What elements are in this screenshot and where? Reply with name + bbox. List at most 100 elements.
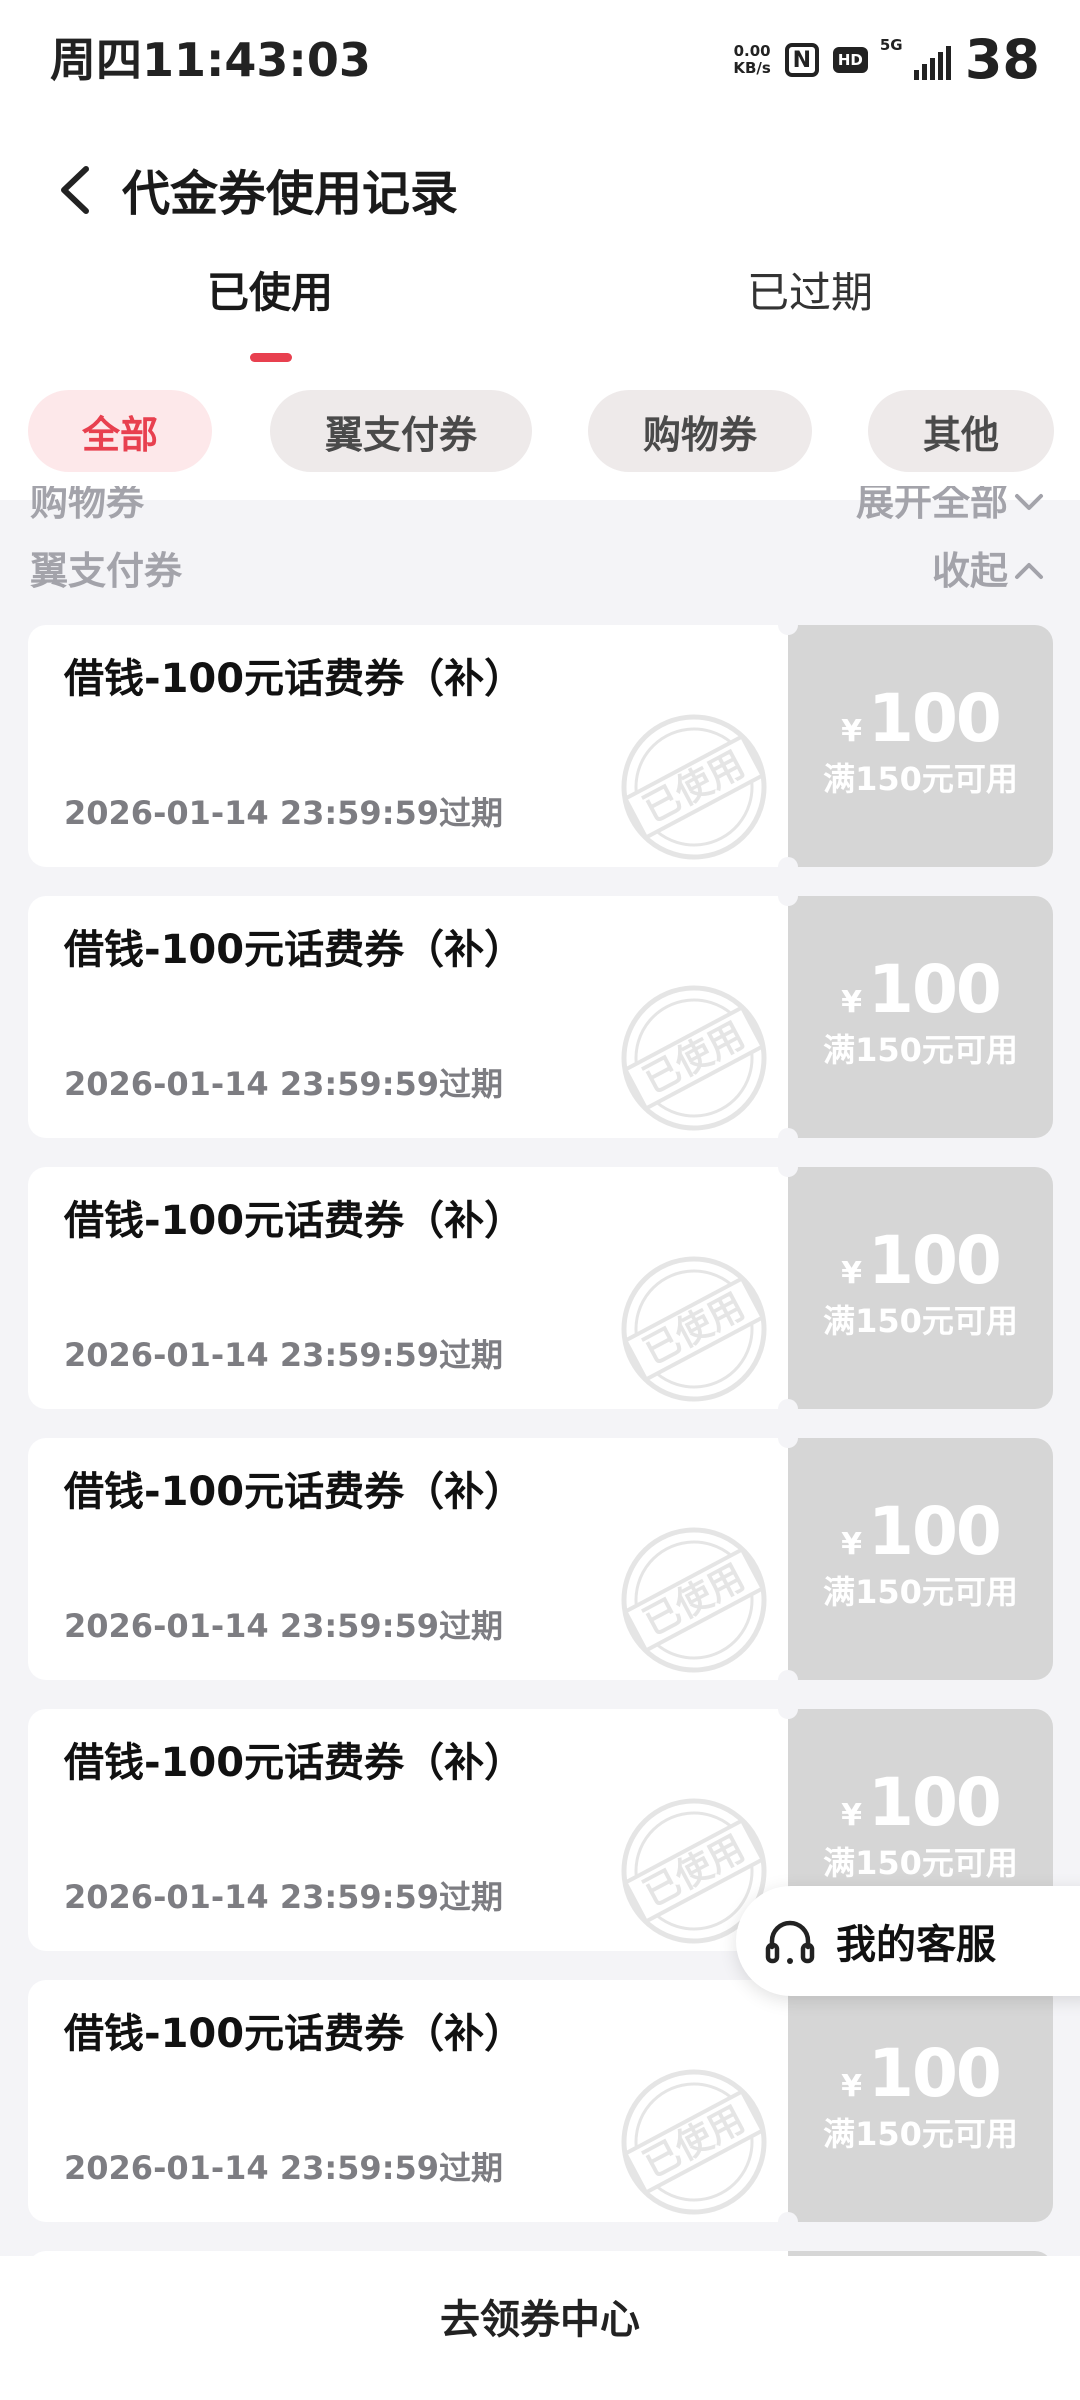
customer-service-button[interactable]: 我的客服 (736, 1886, 1080, 1996)
card-notch (778, 615, 798, 635)
card-notch (778, 1670, 798, 1690)
go-coupon-center-button[interactable]: 去领券中心 (0, 2256, 1080, 2376)
card-notch (778, 1428, 798, 1448)
coupon-amount: ¥ 100 (788, 2038, 1053, 2110)
amount-value: 100 (868, 2035, 1002, 2112)
stamp-text: 已使用 (637, 2099, 752, 2186)
collapse-button[interactable]: 收起 (932, 543, 1046, 599)
nfc-icon: N (784, 43, 819, 77)
amount-value: 100 (868, 1222, 1002, 1299)
voucher-usage-page: 周四11:43:03 0.00 KB/s N HD 5G 38 代金券使用记录 (0, 0, 1080, 2400)
card-notch (778, 1399, 798, 1419)
currency-symbol: ¥ (841, 985, 863, 1020)
status-tabs: 已使用 已过期 (0, 260, 1080, 370)
filter-chips: 全部 翼支付券 购物券 其他 (0, 370, 1080, 500)
coupon-condition: 满150元可用 (823, 1573, 1018, 1611)
coupon-card[interactable]: 借钱-100元话费券（补） 2026-01-14 23:59:59过期 已使用 … (28, 886, 1053, 1148)
signal-icon: 5G (880, 36, 951, 80)
coupon-amount: ¥ 100 (788, 1496, 1053, 1568)
coupon-card[interactable]: 借钱-100元话费券（补） 2026-01-14 23:59:59过期 已使用 … (28, 615, 1053, 877)
coupon-body: 借钱-100元话费券（补） 2026-01-14 23:59:59过期 已使用 (28, 1167, 788, 1409)
card-notch (778, 1157, 798, 1177)
filter-chip-all[interactable]: 全部 (28, 390, 212, 472)
card-notch (778, 2212, 798, 2232)
tab-expired[interactable]: 已过期 (540, 260, 1080, 370)
coupon-title: 借钱-100元话费券（补） (64, 1198, 525, 1244)
coupon-condition: 满150元可用 (823, 1302, 1018, 1340)
coupon-value-panel: ¥ 100 满150元可用 (788, 625, 1053, 867)
coupon-card[interactable]: 借钱-100元话费券（补） 2026-01-14 23:59:59过期 已使用 … (28, 1970, 1053, 2232)
status-bar: 周四11:43:03 0.00 KB/s N HD 5G 38 (0, 0, 1080, 120)
coupon-body: 借钱-100元话费券（补） 2026-01-14 23:59:59过期 已使用 (28, 896, 788, 1138)
stamp-text: 已使用 (637, 1015, 752, 1102)
net-speed-unit: KB/s (733, 59, 771, 77)
currency-symbol: ¥ (841, 2069, 863, 2104)
filter-chip-bestpay[interactable]: 翼支付券 (270, 390, 532, 472)
currency-symbol: ¥ (841, 1256, 863, 1291)
coupon-expiry: 2026-01-14 23:59:59过期 (64, 1065, 504, 1103)
stamp-text: 已使用 (637, 744, 752, 831)
coupon-condition: 满150元可用 (823, 1844, 1018, 1882)
card-notch (778, 886, 798, 906)
expand-all-button[interactable]: 展开全部 (856, 486, 1046, 530)
hd-icon: HD (832, 47, 868, 73)
stamp-text: 已使用 (637, 1828, 752, 1915)
page-title: 代金券使用记录 (122, 166, 459, 222)
group-label: 翼支付券 (30, 549, 183, 593)
coupon-value-panel: ¥ 100 满150元可用 (788, 896, 1053, 1138)
bottom-bar: 去领券中心 (0, 2256, 1080, 2400)
currency-symbol: ¥ (841, 1527, 863, 1562)
coupon-title: 借钱-100元话费券（补） (64, 1469, 525, 1515)
coupon-card[interactable]: 借钱-100元话费券（补） 2026-01-14 23:59:59过期 已使用 … (28, 1428, 1053, 1690)
active-tab-indicator (250, 353, 292, 362)
used-stamp-icon: 已使用 (621, 1527, 767, 1673)
currency-symbol: ¥ (841, 1798, 863, 1833)
amount-value: 100 (868, 680, 1002, 757)
coupon-value-panel: ¥ 100 满150元可用 (788, 1438, 1053, 1680)
customer-service-label: 我的客服 (836, 1922, 996, 1968)
headset-icon (762, 1913, 818, 1969)
card-notch (778, 1699, 798, 1719)
expand-all-label: 展开全部 (855, 486, 1008, 524)
used-stamp-icon: 已使用 (621, 714, 767, 860)
network-type: 5G (879, 36, 903, 54)
group-label: 购物券 (30, 486, 145, 524)
amount-value: 100 (868, 951, 1002, 1028)
coupon-expiry: 2026-01-14 23:59:59过期 (64, 1878, 504, 1916)
coupon-condition: 满150元可用 (823, 2115, 1018, 2153)
card-notch (778, 857, 798, 877)
coupon-expiry: 2026-01-14 23:59:59过期 (64, 1336, 504, 1374)
nav-bar: 代金券使用记录 (0, 120, 1080, 260)
status-icons: 0.00 KB/s N HD 5G 38 (733, 28, 1040, 92)
coupon-title: 借钱-100元话费券（补） (64, 927, 525, 973)
coupon-card[interactable]: 借钱-100元话费券（补） 2026-01-14 23:59:59过期 已使用 … (28, 1157, 1053, 1419)
coupon-body: 借钱-100元话费券（补） 2026-01-14 23:59:59过期 已使用 (28, 1438, 788, 1680)
filter-chip-other[interactable]: 其他 (868, 390, 1054, 472)
coupon-expiry: 2026-01-14 23:59:59过期 (64, 2149, 504, 2187)
net-speed: 0.00 KB/s (733, 43, 770, 77)
card-notch (778, 1128, 798, 1148)
status-time: 周四11:43:03 (50, 33, 371, 87)
chevron-down-icon (1012, 486, 1046, 519)
coupon-condition: 满150元可用 (823, 1031, 1018, 1069)
stamp-text: 已使用 (637, 1286, 752, 1373)
collapse-label: 收起 (931, 549, 1008, 593)
coupon-body: 借钱-100元话费券（补） 2026-01-14 23:59:59过期 已使用 (28, 1709, 788, 1951)
battery-level: 38 (964, 28, 1040, 91)
stamp-text: 已使用 (637, 1557, 752, 1644)
coupon-title: 借钱-100元话费券（补） (64, 1740, 525, 1786)
group-header-shopping: 购物券 展开全部 (0, 486, 1080, 530)
chevron-up-icon (1012, 554, 1046, 588)
coupon-expiry: 2026-01-14 23:59:59过期 (64, 1607, 504, 1645)
coupon-amount: ¥ 100 (788, 1767, 1053, 1839)
coupon-title: 借钱-100元话费券（补） (64, 2011, 525, 2057)
coupon-amount: ¥ 100 (788, 954, 1053, 1026)
group-header-bestpay: 翼支付券 收起 (0, 543, 1080, 599)
coupon-body: 借钱-100元话费券（补） 2026-01-14 23:59:59过期 已使用 (28, 625, 788, 867)
filter-chip-shopping[interactable]: 购物券 (588, 390, 812, 472)
amount-value: 100 (868, 1764, 1002, 1841)
chevron-left-icon[interactable] (36, 150, 116, 230)
net-speed-value: 0.00 (733, 42, 771, 60)
coupon-title: 借钱-100元话费券（补） (64, 656, 525, 702)
coupon-condition: 满150元可用 (823, 760, 1018, 798)
